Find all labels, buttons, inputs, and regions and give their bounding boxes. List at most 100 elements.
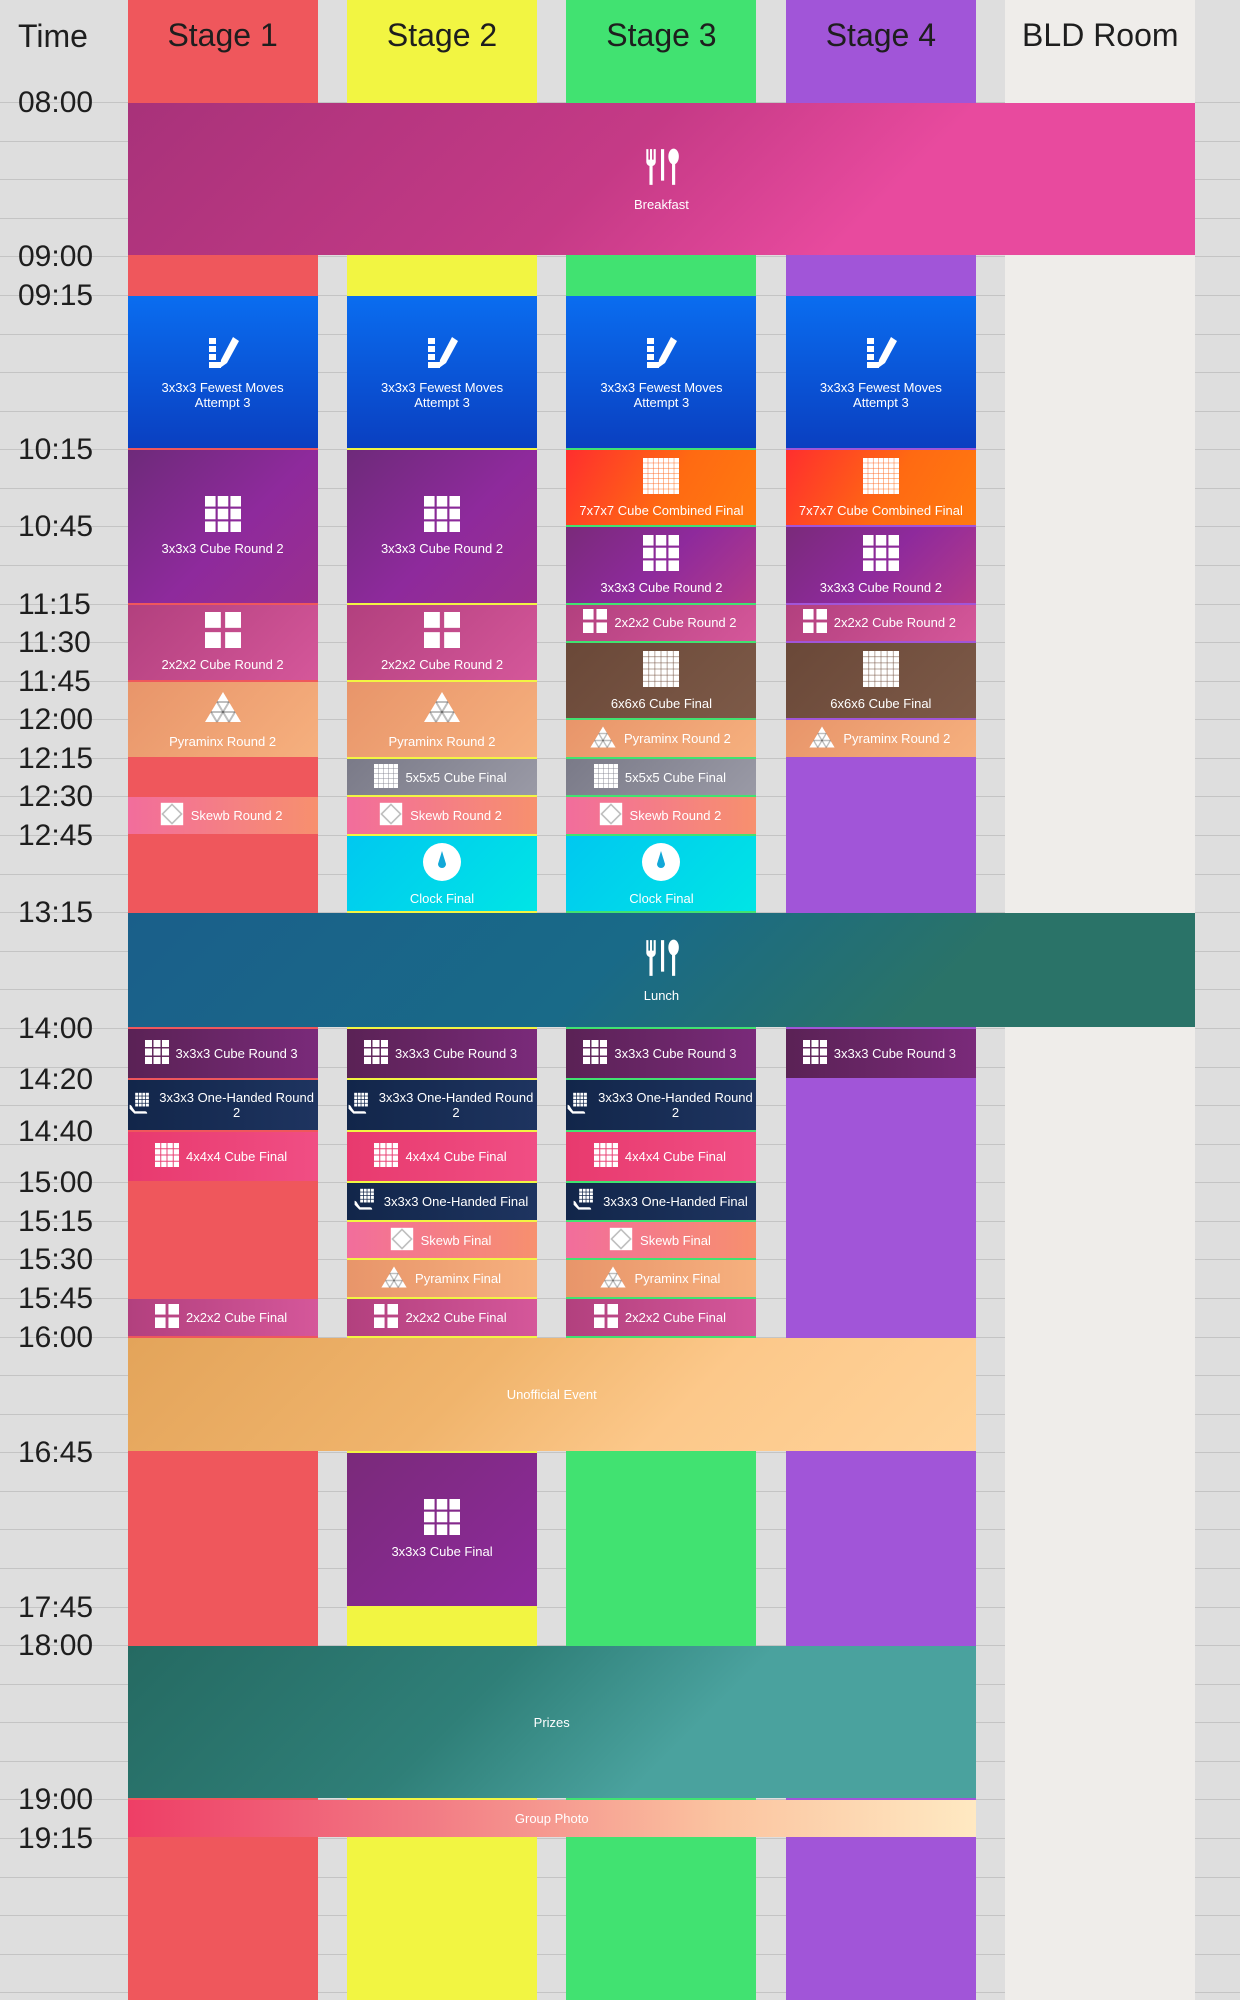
event-unofficial-event[interactable]: Unofficial Event [127, 1337, 976, 1452]
grid3-icon [802, 1040, 827, 1067]
time-label: 11:15 [18, 588, 91, 621]
event-3x3x3-one-handed-final[interactable]: 3x3x3 One-Handed Final [346, 1183, 538, 1220]
event-skewb-round-2[interactable]: Skewb Round 2 [346, 797, 538, 835]
event-group-photo[interactable]: Group Photo [127, 1800, 976, 1838]
event-label: Skewb Round 2 [629, 808, 722, 824]
event-pyraminx-round-2[interactable]: Pyraminx Round 2 [346, 681, 538, 757]
event-6x6x6-cube-final[interactable]: 6x6x6 Cube Final [566, 643, 757, 719]
event-prizes[interactable]: Prizes [127, 1646, 976, 1799]
event-label: 3x3x3 Cube Round 3 [175, 1046, 298, 1062]
event-label: 7x7x7 Cube Combined Final [579, 502, 744, 518]
pencil-icon [643, 335, 679, 374]
skewb-icon [379, 802, 403, 829]
event-3x3x3-cube-round-2[interactable]: 3x3x3 Cube Round 2 [785, 527, 976, 603]
time-label: 09:00 [18, 240, 94, 273]
event-7x7x7-cube-combined-final[interactable]: 7x7x7 Cube Combined Final [785, 450, 976, 526]
clock-icon [422, 842, 462, 885]
grid5-icon [593, 763, 618, 791]
time-label: 16:00 [18, 1321, 94, 1354]
event-3x3x3-fewest-moves-attempt-3[interactable]: 3x3x3 Fewest Moves Attempt 3 [785, 295, 976, 449]
one-hand-icon [353, 1188, 377, 1215]
pyraminx-icon [808, 725, 836, 752]
event-label: Prizes [533, 1714, 570, 1730]
event-pyraminx-final[interactable]: Pyraminx Final [346, 1260, 538, 1297]
time-label: 17:45 [18, 1591, 94, 1624]
event-breakfast[interactable]: Breakfast [127, 103, 1196, 256]
one-hand-icon [128, 1092, 152, 1119]
event-2x2x2-cube-round-2[interactable]: 2x2x2 Cube Round 2 [127, 604, 318, 680]
time-label: 10:45 [18, 510, 94, 543]
event-4x4x4-cube-final[interactable]: 4x4x4 Cube Final [346, 1131, 538, 1182]
event-3x3x3-one-handed-round-2[interactable]: 3x3x3 One-Handed Round 2 [127, 1080, 318, 1130]
column-header: Stage 2 [386, 16, 498, 53]
event-lunch[interactable]: Lunch [127, 913, 1196, 1027]
grid4-icon [155, 1143, 180, 1170]
event-label: 4x4x4 Cube Final [186, 1149, 288, 1164]
event-label: 2x2x2 Cube Final [624, 1309, 727, 1325]
event-pyraminx-round-2[interactable]: Pyraminx Round 2 [127, 681, 318, 757]
event-2x2x2-cube-round-2[interactable]: 2x2x2 Cube Round 2 [346, 604, 538, 680]
event-label: Pyraminx Round 2 [843, 731, 951, 747]
event-2x2x2-cube-final[interactable]: 2x2x2 Cube Final [346, 1298, 538, 1336]
pencil-icon [205, 335, 241, 374]
time-label: 12:00 [18, 703, 94, 736]
event-label: 3x3x3 Cube Round 3 [394, 1046, 518, 1062]
pyraminx-icon [203, 689, 243, 728]
event-clock-final[interactable]: Clock Final [566, 836, 757, 912]
event-2x2x2-cube-round-2[interactable]: 2x2x2 Cube Round 2 [785, 604, 976, 642]
event-4x4x4-cube-final[interactable]: 4x4x4 Cube Final [566, 1131, 757, 1182]
event-3x3x3-cube-round-2[interactable]: 3x3x3 Cube Round 2 [346, 450, 538, 603]
event-3x3x3-one-handed-final[interactable]: 3x3x3 One-Handed Final [566, 1183, 757, 1220]
event-3x3x3-fewest-moves-attempt-3[interactable]: 3x3x3 Fewest Moves Attempt 3 [127, 295, 318, 449]
pyraminx-icon [589, 725, 617, 752]
event-2x2x2-cube-final[interactable]: 2x2x2 Cube Final [127, 1298, 318, 1336]
event-3x3x3-fewest-moves-attempt-3[interactable]: 3x3x3 Fewest Moves Attempt 3 [346, 295, 538, 449]
event-pyraminx-final[interactable]: Pyraminx Final [566, 1260, 757, 1297]
time-label: 09:15 [18, 279, 94, 312]
event-2x2x2-cube-final[interactable]: 2x2x2 Cube Final [566, 1298, 757, 1336]
event-3x3x3-cube-round-3[interactable]: 3x3x3 Cube Round 3 [566, 1028, 757, 1079]
time-label: 14:40 [18, 1115, 94, 1148]
event-label: 3x3x3 Cube Round 3 [614, 1046, 737, 1062]
time-label: 10:15 [18, 433, 94, 466]
event-clock-final[interactable]: Clock Final [346, 836, 538, 912]
event-3x3x3-cube-round-2[interactable]: 3x3x3 Cube Round 2 [127, 450, 318, 603]
event-7x7x7-cube-combined-final[interactable]: 7x7x7 Cube Combined Final [566, 450, 757, 526]
event-label: Lunch [643, 988, 680, 1004]
event-label: Pyraminx Final [634, 1271, 721, 1287]
event-5x5x5-cube-final[interactable]: 5x5x5 Cube Final [566, 758, 757, 796]
event-6x6x6-cube-final[interactable]: 6x6x6 Cube Final [785, 643, 976, 719]
event-label: 3x3x3 One-Handed Final [603, 1194, 748, 1210]
event-3x3x3-one-handed-round-2[interactable]: 3x3x3 One-Handed Round 2 [346, 1080, 538, 1130]
event-skewb-round-2[interactable]: Skewb Round 2 [566, 797, 757, 835]
event-5x5x5-cube-final[interactable]: 5x5x5 Cube Final [346, 758, 538, 796]
event-pyraminx-round-2[interactable]: Pyraminx Round 2 [566, 720, 757, 757]
pencil-icon [863, 335, 899, 374]
event-3x3x3-cube-final[interactable]: 3x3x3 Cube Final [346, 1453, 538, 1606]
event-3x3x3-cube-round-3[interactable]: 3x3x3 Cube Round 3 [785, 1028, 976, 1079]
event-label: 3x3x3 Cube Final [391, 1544, 493, 1560]
event-3x3x3-fewest-moves-attempt-3[interactable]: 3x3x3 Fewest Moves Attempt 3 [566, 295, 757, 449]
event-pyraminx-round-2[interactable]: Pyraminx Round 2 [785, 720, 976, 757]
event-skewb-round-2[interactable]: Skewb Round 2 [127, 797, 318, 835]
event-label: 3x3x3 One-Handed Round 2 [159, 1090, 314, 1121]
pyraminx-icon [380, 1265, 408, 1292]
event-skewb-final[interactable]: Skewb Final [566, 1221, 757, 1259]
event-label: 3x3x3 One-Handed Final [383, 1194, 529, 1210]
event-3x3x3-one-handed-round-2[interactable]: 3x3x3 One-Handed Round 2 [566, 1080, 757, 1130]
event-3x3x3-cube-round-3[interactable]: 3x3x3 Cube Round 3 [346, 1028, 538, 1079]
time-label: 19:00 [18, 1783, 94, 1816]
event-3x3x3-cube-round-3[interactable]: 3x3x3 Cube Round 3 [127, 1028, 318, 1079]
clock-icon [641, 842, 681, 885]
column-header: Stage 1 [167, 16, 278, 53]
event-label: 4x4x4 Cube Final [624, 1149, 727, 1164]
event-label: 5x5x5 Cube Final [624, 769, 727, 785]
column-header: Stage 3 [606, 16, 717, 53]
grid6-icon [862, 650, 899, 690]
event-label: Unofficial Event [506, 1386, 597, 1402]
event-2x2x2-cube-round-2[interactable]: 2x2x2 Cube Round 2 [566, 604, 757, 642]
event-label: Skewb Round 2 [190, 808, 283, 824]
event-skewb-final[interactable]: Skewb Final [346, 1221, 538, 1259]
event-4x4x4-cube-final[interactable]: 4x4x4 Cube Final [127, 1131, 318, 1182]
event-3x3x3-cube-round-2[interactable]: 3x3x3 Cube Round 2 [566, 527, 757, 603]
